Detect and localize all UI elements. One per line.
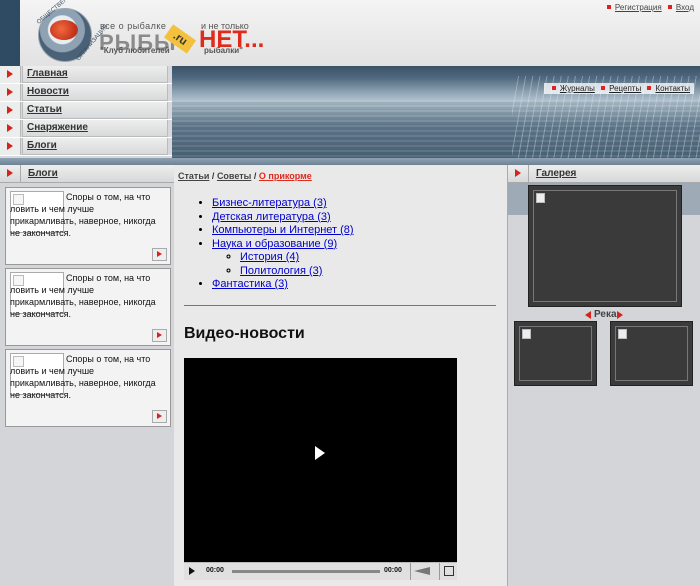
total-time: 00:00 <box>384 567 402 574</box>
list-item: Наука и образование (9) История (4) Поли… <box>212 238 354 279</box>
arrow-right-icon <box>0 102 21 119</box>
prev-arrow-icon[interactable] <box>585 311 591 319</box>
gallery-section-title[interactable]: Галерея <box>536 168 576 179</box>
arrow-right-icon <box>0 138 21 155</box>
nav-label[interactable]: Статьи <box>22 102 168 119</box>
blogs-column: Блоги Споры о том, на что ловить и чем л… <box>0 165 175 586</box>
category-link[interactable]: Фантастика (3) <box>212 278 288 290</box>
nav-item-news[interactable]: Новости <box>0 84 172 102</box>
breadcrumb-articles[interactable]: Статьи <box>178 171 209 181</box>
volume-icon[interactable] <box>414 567 430 575</box>
subcategory-link[interactable]: Политология (3) <box>240 265 322 277</box>
arrow-right-icon <box>508 165 529 182</box>
register-link[interactable]: Регистрация <box>615 3 662 12</box>
divider <box>439 563 440 580</box>
breadcrumb: Статьи / Советы / О прикорме <box>178 171 312 181</box>
banner-divider <box>0 158 700 165</box>
video-player[interactable] <box>184 358 457 576</box>
divider <box>184 305 496 306</box>
fullscreen-icon[interactable] <box>444 566 454 576</box>
arrow-right-icon <box>0 165 21 182</box>
seek-bar[interactable] <box>232 570 380 573</box>
read-more-button[interactable] <box>152 248 167 261</box>
read-more-button[interactable] <box>152 410 167 423</box>
list-item: История (4) <box>240 251 354 265</box>
breadcrumb-separator: / <box>211 171 215 181</box>
play-icon[interactable] <box>315 446 325 460</box>
image-icon <box>522 329 531 339</box>
arrow-right-icon <box>0 84 21 101</box>
club-slogan-right: рыбалки" <box>204 46 243 55</box>
category-list: Бизнес-литература (3) Детская литература… <box>184 197 354 292</box>
blog-card: Споры о том, на что ловить и чем лучше п… <box>5 268 171 346</box>
nav-item-gear[interactable]: Снаряжение <box>0 120 172 138</box>
bullet-icon <box>606 5 611 9</box>
bullet-icon <box>551 86 556 90</box>
gallery-caption: Река <box>594 309 617 320</box>
image-icon <box>618 329 627 339</box>
arrow-right-icon <box>0 66 21 83</box>
blog-excerpt: Споры о том, на что ловить и чем лучше п… <box>10 273 156 319</box>
bullet-icon <box>647 86 652 90</box>
image-icon <box>536 193 545 203</box>
breadcrumb-separator: / <box>253 171 257 181</box>
nav-item-articles[interactable]: Статьи <box>0 102 172 120</box>
read-more-button[interactable] <box>152 329 167 342</box>
top-auth-links: Регистрация Вход <box>603 3 694 12</box>
bullet-icon <box>601 86 606 90</box>
contacts-link[interactable]: Контакты <box>655 84 690 93</box>
fish-icon <box>50 20 78 40</box>
breadcrumb-tips[interactable]: Советы <box>217 171 251 181</box>
recipes-link[interactable]: Рецепты <box>609 84 641 93</box>
current-time: 00:00 <box>206 567 224 574</box>
content-column: Статьи / Советы / О прикорме Бизнес-лите… <box>174 165 507 586</box>
video-section-title: Видео-новости <box>184 325 305 342</box>
breadcrumb-current[interactable]: О прикорме <box>259 171 312 181</box>
gallery-thumbnail[interactable] <box>514 321 597 386</box>
login-link[interactable]: Вход <box>676 3 694 12</box>
blog-excerpt: Споры о том, на что ловить и чем лучше п… <box>10 192 156 238</box>
blog-card: Споры о том, на что ловить и чем лучше п… <box>5 187 171 265</box>
list-item: Политология (3) <box>240 265 354 279</box>
club-slogan-left: "Клуб любителей <box>100 46 170 55</box>
video-controls: 00:00 00:00 <box>184 562 457 580</box>
category-link[interactable]: Наука и образование (9) <box>212 238 337 250</box>
divider <box>410 563 411 580</box>
blog-excerpt: Споры о том, на что ловить и чем лучше п… <box>10 354 156 400</box>
category-link[interactable]: Детская литература (3) <box>212 211 331 223</box>
arrow-right-icon <box>0 120 21 137</box>
nav-label[interactable]: Новости <box>22 84 168 101</box>
blogs-section-title[interactable]: Блоги <box>28 168 58 179</box>
bullet-icon <box>667 5 672 9</box>
category-link[interactable]: Компьютеры и Интернет (8) <box>212 224 354 236</box>
list-item: Детская литература (3) <box>212 211 354 225</box>
list-item: Фантастика (3) <box>212 278 354 292</box>
list-item: Бизнес-литература (3) <box>212 197 354 211</box>
nav-label[interactable]: Снаряжение <box>22 120 168 137</box>
nav-item-home[interactable]: Главная <box>0 66 172 84</box>
gallery-main-image[interactable] <box>528 185 682 307</box>
main-nav: Главная Новости Статьи Снаряжение Блоги <box>0 66 172 158</box>
list-item: Компьютеры и Интернет (8) <box>212 224 354 238</box>
magazines-link[interactable]: Журналы <box>560 84 595 93</box>
play-icon[interactable] <box>189 567 195 575</box>
next-arrow-icon[interactable] <box>617 311 623 319</box>
banner-links: Журналы Рецепты Контакты <box>543 83 694 94</box>
blogs-section-header[interactable]: Блоги <box>0 165 174 183</box>
subcategory-list: История (4) Политология (3) <box>212 251 354 278</box>
nav-label[interactable]: Блоги <box>22 138 168 155</box>
category-link[interactable]: Бизнес-литература (3) <box>212 197 327 209</box>
gallery-section-header[interactable]: Галерея <box>508 165 700 183</box>
gallery-column: Галерея Река <box>507 165 700 586</box>
nav-item-blogs[interactable]: Блоги <box>0 138 172 156</box>
gallery-thumbnail[interactable] <box>610 321 693 386</box>
header-side-strip <box>0 0 20 66</box>
subcategory-link[interactable]: История (4) <box>240 251 299 263</box>
lake-banner-image: Журналы Рецепты Контакты <box>172 66 700 158</box>
nav-label[interactable]: Главная <box>22 66 168 83</box>
blog-card: Споры о том, на что ловить и чем лучше п… <box>5 349 171 427</box>
